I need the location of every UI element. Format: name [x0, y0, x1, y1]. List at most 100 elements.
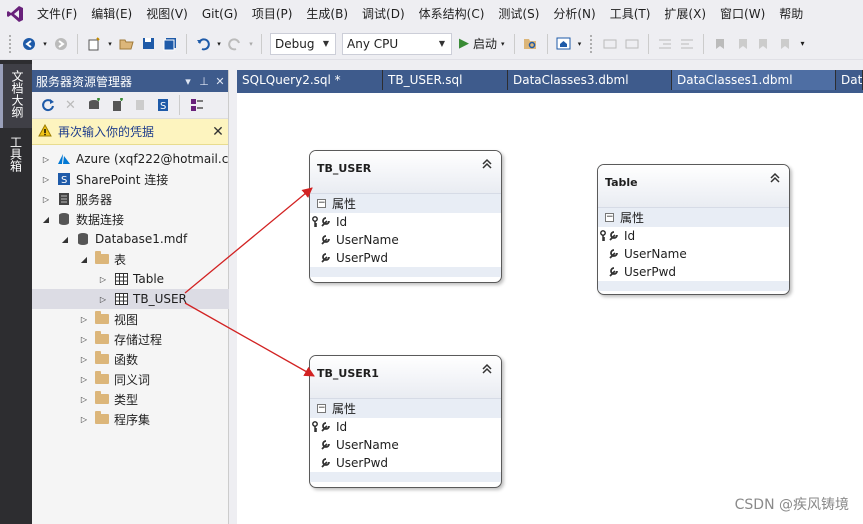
menu-item[interactable]: 分析(N) — [546, 0, 602, 28]
entity-property-row[interactable]: UserName — [598, 245, 789, 263]
entity-class-box[interactable]: TB_USER − 属性 Id UserName UserPwd — [309, 150, 502, 283]
entity-property-row[interactable]: UserName — [310, 231, 501, 249]
save-icon[interactable] — [138, 33, 158, 55]
toolbar-overflow-icon[interactable]: ▾ — [798, 33, 808, 55]
dropdown-arrow-icon[interactable]: ▾ — [41, 33, 49, 55]
document-tab[interactable]: TB_USER.sql — [383, 70, 508, 90]
back-icon[interactable] — [19, 33, 39, 55]
open-folder-icon[interactable] — [116, 33, 136, 55]
solution-platform-select[interactable]: Any CPU ▼ — [342, 32, 452, 55]
collapse-arrow-icon[interactable]: ◢ — [40, 215, 52, 224]
tree-node[interactable]: ▷ 服务器 — [32, 189, 229, 209]
collapse-arrow-icon[interactable]: ◢ — [59, 235, 71, 244]
document-tab[interactable]: SQLQuery2.sql * — [237, 70, 383, 90]
connect-to-server-icon[interactable] — [106, 94, 127, 116]
menu-item[interactable]: Git(G) — [195, 0, 245, 28]
entity-property-row[interactable]: UserName — [310, 436, 501, 454]
menu-item[interactable]: 文件(F) — [30, 0, 84, 28]
collapse-arrow-icon[interactable]: ◢ — [78, 255, 90, 264]
entity-class-box[interactable]: Table − 属性 Id UserName UserPwd — [597, 164, 790, 295]
entity-header[interactable]: TB_USER — [310, 151, 501, 193]
tree-node[interactable]: ▷ Azure (xqf222@hotmail.c — [32, 149, 229, 169]
expand-arrow-icon[interactable]: ▷ — [97, 275, 109, 284]
dismiss-warning-icon[interactable]: ✕ — [208, 124, 228, 140]
visual-studio-logo-icon[interactable] — [0, 0, 30, 28]
expand-arrow-icon[interactable]: ▷ — [40, 195, 52, 204]
menu-item[interactable]: 体系结构(C) — [412, 0, 492, 28]
expand-arrow-icon[interactable]: ▷ — [78, 415, 90, 424]
menu-item[interactable]: 测试(S) — [491, 0, 546, 28]
tree-node[interactable]: ▷ TB_USER — [32, 289, 229, 309]
tree-node[interactable]: ▷ 类型 — [32, 389, 229, 409]
tree-node[interactable]: ▷ S SharePoint 连接 — [32, 169, 229, 189]
menu-item[interactable]: 窗口(W) — [713, 0, 772, 28]
collapse-chevron-icon[interactable] — [768, 171, 782, 185]
tree-node[interactable]: ▷ Table — [32, 269, 229, 289]
properties-section-header[interactable]: − 属性 — [310, 193, 501, 213]
tree-node[interactable]: ◢ Database1.mdf — [32, 229, 229, 249]
dropdown-arrow-icon[interactable]: ▾ — [247, 33, 255, 55]
tree-node[interactable]: ▷ 存储过程 — [32, 329, 229, 349]
expand-arrow-icon[interactable]: ▷ — [40, 155, 52, 164]
menu-item[interactable]: 生成(B) — [299, 0, 355, 28]
refresh-icon[interactable] — [37, 94, 58, 116]
dropdown-arrow-icon[interactable]: ▾ — [106, 33, 114, 55]
tree-node[interactable]: ◢ 表 — [32, 249, 229, 269]
entity-header[interactable]: Table — [598, 165, 789, 207]
window-position-icon[interactable]: ▾ — [180, 75, 196, 88]
menu-item[interactable]: 编辑(E) — [84, 0, 139, 28]
expand-arrow-icon[interactable]: ▷ — [78, 355, 90, 364]
credentials-warning-bar[interactable]: 再次输入你的凭据 ✕ — [32, 119, 228, 145]
document-tab[interactable]: DataClasses1.dbml — [672, 70, 836, 90]
menu-item[interactable]: 调试(D) — [355, 0, 412, 28]
section-collapse-icon[interactable]: − — [317, 404, 326, 413]
menu-item[interactable]: 视图(V) — [139, 0, 195, 28]
expand-arrow-icon[interactable]: ▷ — [40, 175, 52, 184]
entity-property-row[interactable]: Id — [310, 418, 501, 436]
dropdown-arrow-icon[interactable]: ▾ — [215, 33, 223, 55]
entity-property-row[interactable]: UserPwd — [598, 263, 789, 281]
expand-arrow-icon[interactable]: ▷ — [78, 315, 90, 324]
properties-section-header[interactable]: − 属性 — [310, 398, 501, 418]
start-debugging-button[interactable]: ▶ 启动 ▾ — [455, 33, 509, 55]
entity-property-row[interactable]: Id — [598, 227, 789, 245]
tree-node[interactable]: ▷ 同义词 — [32, 369, 229, 389]
server-explorer-title-bar[interactable]: 服务器资源管理器 ▾ ⊥ ✕ — [32, 70, 228, 92]
properties-section-header[interactable]: − 属性 — [598, 207, 789, 227]
splitter[interactable] — [229, 70, 237, 524]
close-icon[interactable]: ✕ — [212, 75, 228, 88]
entity-header[interactable]: TB_USER1 — [310, 356, 501, 398]
expand-arrow-icon[interactable]: ▷ — [78, 395, 90, 404]
tree-node[interactable]: ▷ 函数 — [32, 349, 229, 369]
menu-item[interactable]: 扩展(X) — [657, 0, 713, 28]
toolbar-grip[interactable] — [588, 33, 593, 54]
browser-home-icon[interactable] — [554, 33, 574, 55]
menu-item[interactable]: 工具(T) — [603, 0, 658, 28]
expand-arrow-icon[interactable]: ▷ — [78, 375, 90, 384]
undo-icon[interactable] — [193, 33, 213, 55]
toolbar-grip[interactable] — [8, 33, 12, 54]
redo-icon[interactable] — [225, 33, 245, 55]
find-in-files-icon[interactable] — [521, 33, 541, 55]
pin-icon[interactable]: ⊥ — [196, 75, 212, 88]
dropdown-arrow-icon[interactable]: ▾ — [576, 33, 584, 55]
section-collapse-icon[interactable]: − — [605, 213, 614, 222]
collapse-chevron-icon[interactable] — [480, 362, 494, 376]
document-tab[interactable]: DataClasses3.dbml — [508, 70, 672, 90]
solution-configuration-select[interactable]: Debug ▼ — [270, 32, 336, 55]
section-collapse-icon[interactable]: − — [317, 199, 326, 208]
save-all-icon[interactable] — [160, 33, 180, 55]
document-outline-tab[interactable]: 文档大纲 — [0, 64, 32, 128]
forward-icon[interactable] — [51, 33, 71, 55]
entity-class-box[interactable]: TB_USER1 − 属性 Id UserName UserPwd — [309, 355, 502, 488]
collapse-chevron-icon[interactable] — [480, 157, 494, 171]
document-tab[interactable]: Dat — [836, 70, 863, 90]
toolbox-tab[interactable]: 工具箱 — [0, 130, 32, 180]
tree-node[interactable]: ▷ 程序集 — [32, 409, 229, 429]
menu-item[interactable]: 帮助 — [772, 0, 810, 28]
menu-item[interactable]: 项目(P) — [245, 0, 300, 28]
tree-node[interactable]: ▷ 视图 — [32, 309, 229, 329]
expand-arrow-icon[interactable]: ▷ — [97, 295, 109, 304]
entity-property-row[interactable]: UserPwd — [310, 249, 501, 267]
entity-property-row[interactable]: Id — [310, 213, 501, 231]
